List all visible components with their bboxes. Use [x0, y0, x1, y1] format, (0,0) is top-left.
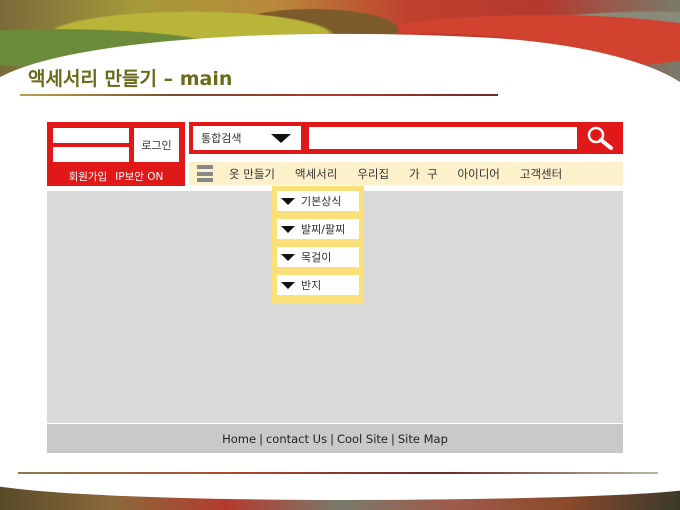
- nav-item-accessories[interactable]: 액세서리: [295, 166, 337, 182]
- dropdown-item-anklet-bracelet[interactable]: 발찌/팔찌: [277, 219, 359, 239]
- nav-item-customer-center[interactable]: 고객센터: [520, 166, 562, 182]
- dropdown-item-label: 기본상식: [301, 195, 342, 208]
- search-scope-label: 통합검색: [201, 132, 242, 145]
- login-button[interactable]: 로그인: [134, 128, 179, 162]
- login-password-field[interactable]: [53, 147, 129, 162]
- login-links: 회원가입 IP보안 ON: [47, 169, 185, 183]
- page-title: 액세서리 만들기 – main: [28, 68, 233, 90]
- chevron-down-icon: [281, 197, 295, 205]
- footer-link-home[interactable]: Home: [222, 432, 256, 446]
- login-id-field[interactable]: [53, 128, 129, 143]
- search-bar: 통합검색: [189, 122, 623, 154]
- ip-security-toggle[interactable]: IP보안 ON: [115, 169, 163, 183]
- footer-link-contact[interactable]: contact Us: [266, 432, 327, 446]
- menu-icon[interactable]: [197, 165, 213, 182]
- main-nav: 옷 만들기 액세서리 우리집 가 구 아이디어 고객센터: [189, 162, 623, 185]
- footer-separator: |: [330, 431, 334, 446]
- nav-item-ideas[interactable]: 아이디어: [458, 166, 500, 182]
- dropdown-item-label: 발찌/팔찌: [301, 223, 346, 236]
- login-box: 로그인 회원가입 IP보안 ON: [47, 122, 185, 186]
- search-scope-select[interactable]: 통합검색: [193, 126, 301, 150]
- search-button[interactable]: [583, 124, 617, 152]
- search-icon: [587, 126, 613, 150]
- dropdown-item-ring[interactable]: 반지: [277, 275, 359, 295]
- footer-separator: |: [259, 431, 263, 446]
- nav-items: 옷 만들기 액세서리 우리집 가 구 아이디어 고객센터: [229, 162, 562, 185]
- chevron-down-icon: [281, 253, 295, 261]
- footer-link-cool-site[interactable]: Cool Site: [337, 432, 388, 446]
- bottom-divider: [18, 472, 658, 474]
- chevron-down-icon: [281, 281, 295, 289]
- dropdown-item-basics[interactable]: 기본상식: [277, 191, 359, 211]
- footer-bar: Home | contact Us | Cool Site | Site Map: [47, 424, 623, 453]
- dropdown-item-label: 목걸이: [301, 251, 332, 264]
- search-input[interactable]: [309, 127, 577, 149]
- nav-item-home[interactable]: 우리집: [357, 166, 389, 182]
- dropdown-item-label: 반지: [301, 279, 322, 292]
- signup-link[interactable]: 회원가입: [69, 169, 108, 183]
- nav-item-clothes[interactable]: 옷 만들기: [229, 166, 275, 182]
- footer-separator: |: [390, 431, 395, 446]
- accessories-dropdown: 기본상식 발찌/팔찌 목걸이 반지: [272, 186, 364, 304]
- chevron-down-icon: [271, 133, 291, 143]
- dropdown-item-necklace[interactable]: 목걸이: [277, 247, 359, 267]
- title-divider: [20, 94, 498, 96]
- footer-link-site-map[interactable]: Site Map: [398, 432, 448, 446]
- nav-item-furniture[interactable]: 가 구: [409, 166, 437, 182]
- chevron-down-icon: [281, 225, 295, 233]
